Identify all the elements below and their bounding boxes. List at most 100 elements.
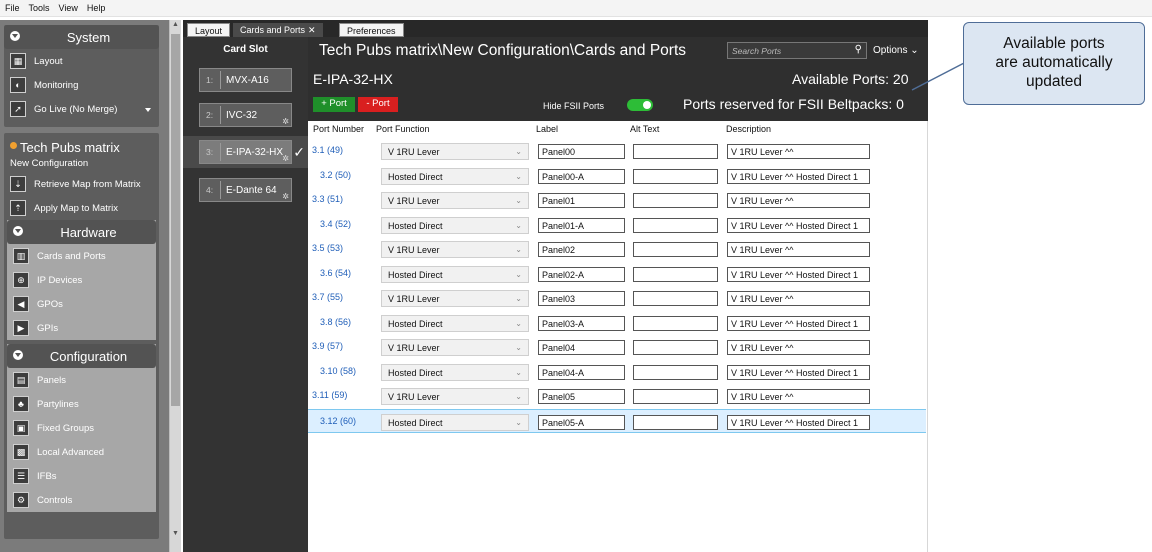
column-port-function[interactable]: Port Function [376,124,430,134]
column-description[interactable]: Description [726,124,771,134]
description-input[interactable]: V 1RU Lever ^^ Hosted Direct 1 [727,217,870,233]
sidebar-item-retrieve-map[interactable]: ⇣ Retrieve Map from Matrix [4,172,159,196]
table-row[interactable]: 3.12 (60) Hosted Direct ⌄ Panel05-A V 1RU Le… [308,408,926,433]
label-input[interactable]: Panel01 [538,193,625,208]
alt-text-input[interactable] [633,193,718,208]
port-function-select[interactable]: V 1RU Lever ⌄ [381,143,529,160]
add-port-button[interactable]: + Port [313,97,355,112]
alt-text-input[interactable] [633,168,718,184]
port-function-select[interactable]: V 1RU Lever ⌄ [381,339,529,356]
port-function-select[interactable]: V 1RU Lever ⌄ [381,192,529,209]
sidebar-item-cards-ports[interactable]: ▥ Cards and Ports [7,244,156,268]
card-slot-2[interactable]: 2: IVC-32 ✲ [199,103,292,127]
gear-icon[interactable]: ✲ [282,192,289,201]
label-input[interactable]: Panel05-A [538,414,625,430]
matrix-title[interactable]: Tech Pubs matrix [4,133,159,155]
port-function-select[interactable]: Hosted Direct ⌄ [381,413,529,431]
column-port-number[interactable]: Port Number [313,124,364,134]
description-input[interactable]: V 1RU Lever ^^ [727,291,870,306]
alt-text-input[interactable] [633,291,718,306]
description-input[interactable]: V 1RU Lever ^^ Hosted Direct 1 [727,266,870,282]
alt-text-input[interactable] [633,340,718,355]
tab-layout[interactable]: Layout [187,23,231,37]
card-slot-4[interactable]: 4: E-Dante 64 ✲ [199,178,292,202]
table-row[interactable]: 3.10 (58) Hosted Direct ⌄ Panel04-A V 1RU Le… [308,360,926,384]
alt-text-input[interactable] [633,242,718,257]
remove-port-button[interactable]: - Port [358,97,398,112]
alt-text-input[interactable] [633,266,718,282]
description-input[interactable]: V 1RU Lever ^^ Hosted Direct 1 [727,315,870,331]
gear-icon[interactable]: ✲ [282,117,289,126]
description-input[interactable]: V 1RU Lever ^^ Hosted Direct 1 [727,364,870,380]
configuration-group-header[interactable]: Configuration [7,344,156,368]
sidebar-item-partylines[interactable]: ♣ Partylines [7,392,156,416]
menu-view[interactable]: View [59,3,78,13]
table-row[interactable]: 3.6 (54) Hosted Direct ⌄ Panel02-A V 1RU Lev… [308,262,926,286]
table-row[interactable]: 3.2 (50) Hosted Direct ⌄ Panel00-A V 1RU Lev… [308,164,926,188]
table-row[interactable]: 3.5 (53) V 1RU Lever ⌄ Panel02 V 1RU Lever ^… [308,237,926,261]
card-slot-3[interactable]: 3: E-IPA-32-HX ✲ ✓ [199,140,305,164]
system-group-header[interactable]: System [4,25,159,49]
port-function-select[interactable]: Hosted Direct ⌄ [381,314,529,332]
alt-text-input[interactable] [633,144,718,159]
tab-preferences[interactable]: Preferences [339,23,404,37]
close-icon[interactable]: ✕ [308,25,316,35]
table-row[interactable]: 3.9 (57) V 1RU Lever ⌄ Panel04 V 1RU Lever ^… [308,335,926,359]
sidebar-item-panels[interactable]: ▤ Panels [7,368,156,392]
tab-cards-and-ports[interactable]: Cards and Ports ✕ [233,23,323,37]
label-input[interactable]: Panel05 [538,389,625,404]
description-input[interactable]: V 1RU Lever ^^ [727,144,870,159]
label-input[interactable]: Panel04 [538,340,625,355]
menu-help[interactable]: Help [87,3,106,13]
port-function-select[interactable]: V 1RU Lever ⌄ [381,388,529,405]
sidebar-vertical-scrollbar[interactable]: ▲ ▼ [169,20,181,552]
hardware-group-header[interactable]: Hardware [7,220,156,244]
sidebar-item-monitoring[interactable]: ◐ Monitoring [4,73,159,97]
port-function-select[interactable]: V 1RU Lever ⌄ [381,241,529,258]
alt-text-input[interactable] [633,217,718,233]
port-function-select[interactable]: Hosted Direct ⌄ [381,265,529,283]
scroll-down-icon[interactable]: ▼ [172,530,179,537]
label-input[interactable]: Panel04-A [538,364,625,380]
sidebar-item-fixed-groups[interactable]: ▣ Fixed Groups [7,416,156,440]
alt-text-input[interactable] [633,389,718,404]
description-input[interactable]: V 1RU Lever ^^ [727,389,870,404]
menu-file[interactable]: File [5,3,20,13]
sidebar-item-ip-devices[interactable]: ⊕ IP Devices [7,268,156,292]
port-function-select[interactable]: Hosted Direct ⌄ [381,363,529,381]
label-input[interactable]: Panel00 [538,144,625,159]
alt-text-input[interactable] [633,364,718,380]
port-function-select[interactable]: Hosted Direct ⌄ [381,216,529,234]
hide-fsii-toggle[interactable] [627,99,653,111]
search-input[interactable]: Search Ports ⚲ [727,42,867,59]
table-row[interactable]: 3.11 (59) V 1RU Lever ⌄ Panel05 V 1RU Lever … [308,384,926,408]
menu-tools[interactable]: Tools [29,3,50,13]
alt-text-input[interactable] [633,315,718,331]
description-input[interactable]: V 1RU Lever ^^ [727,193,870,208]
sidebar-item-apply-map[interactable]: ⇡ Apply Map to Matrix [4,196,159,220]
description-input[interactable]: V 1RU Lever ^^ [727,242,870,257]
sidebar-item-controls[interactable]: ⚙ Controls [7,488,156,512]
options-menu[interactable]: Options ⌄ [873,45,919,56]
table-row[interactable]: 3.7 (55) V 1RU Lever ⌄ Panel03 V 1RU Lever ^… [308,286,926,310]
description-input[interactable]: V 1RU Lever ^^ Hosted Direct 1 [727,168,870,184]
table-row[interactable]: 3.3 (51) V 1RU Lever ⌄ Panel01 V 1RU Lever ^… [308,188,926,212]
label-input[interactable]: Panel00-A [538,168,625,184]
scroll-up-icon[interactable]: ▲ [172,21,179,28]
gear-icon[interactable]: ✲ [282,154,289,163]
label-input[interactable]: Panel01-A [538,217,625,233]
table-row[interactable]: 3.4 (52) Hosted Direct ⌄ Panel01-A V 1RU Lev… [308,213,926,237]
label-input[interactable]: Panel03-A [538,315,625,331]
table-row[interactable]: 3.8 (56) Hosted Direct ⌄ Panel03-A V 1RU Lev… [308,311,926,335]
sidebar-item-go-live[interactable]: ➚ Go Live (No Merge) [4,97,159,121]
table-row[interactable]: 3.1 (49) V 1RU Lever ⌄ Panel00 V 1RU Lever ^… [308,139,926,163]
alt-text-input[interactable] [633,414,718,430]
label-input[interactable]: Panel03 [538,291,625,306]
scrollbar-thumb[interactable] [171,34,180,406]
card-slot-1[interactable]: 1: MVX-A16 [199,68,292,92]
label-input[interactable]: Panel02-A [538,266,625,282]
column-alt-text[interactable]: Alt Text [630,124,659,134]
sidebar-item-local-advanced[interactable]: ▩ Local Advanced [7,440,156,464]
description-input[interactable]: V 1RU Lever ^^ [727,340,870,355]
label-input[interactable]: Panel02 [538,242,625,257]
